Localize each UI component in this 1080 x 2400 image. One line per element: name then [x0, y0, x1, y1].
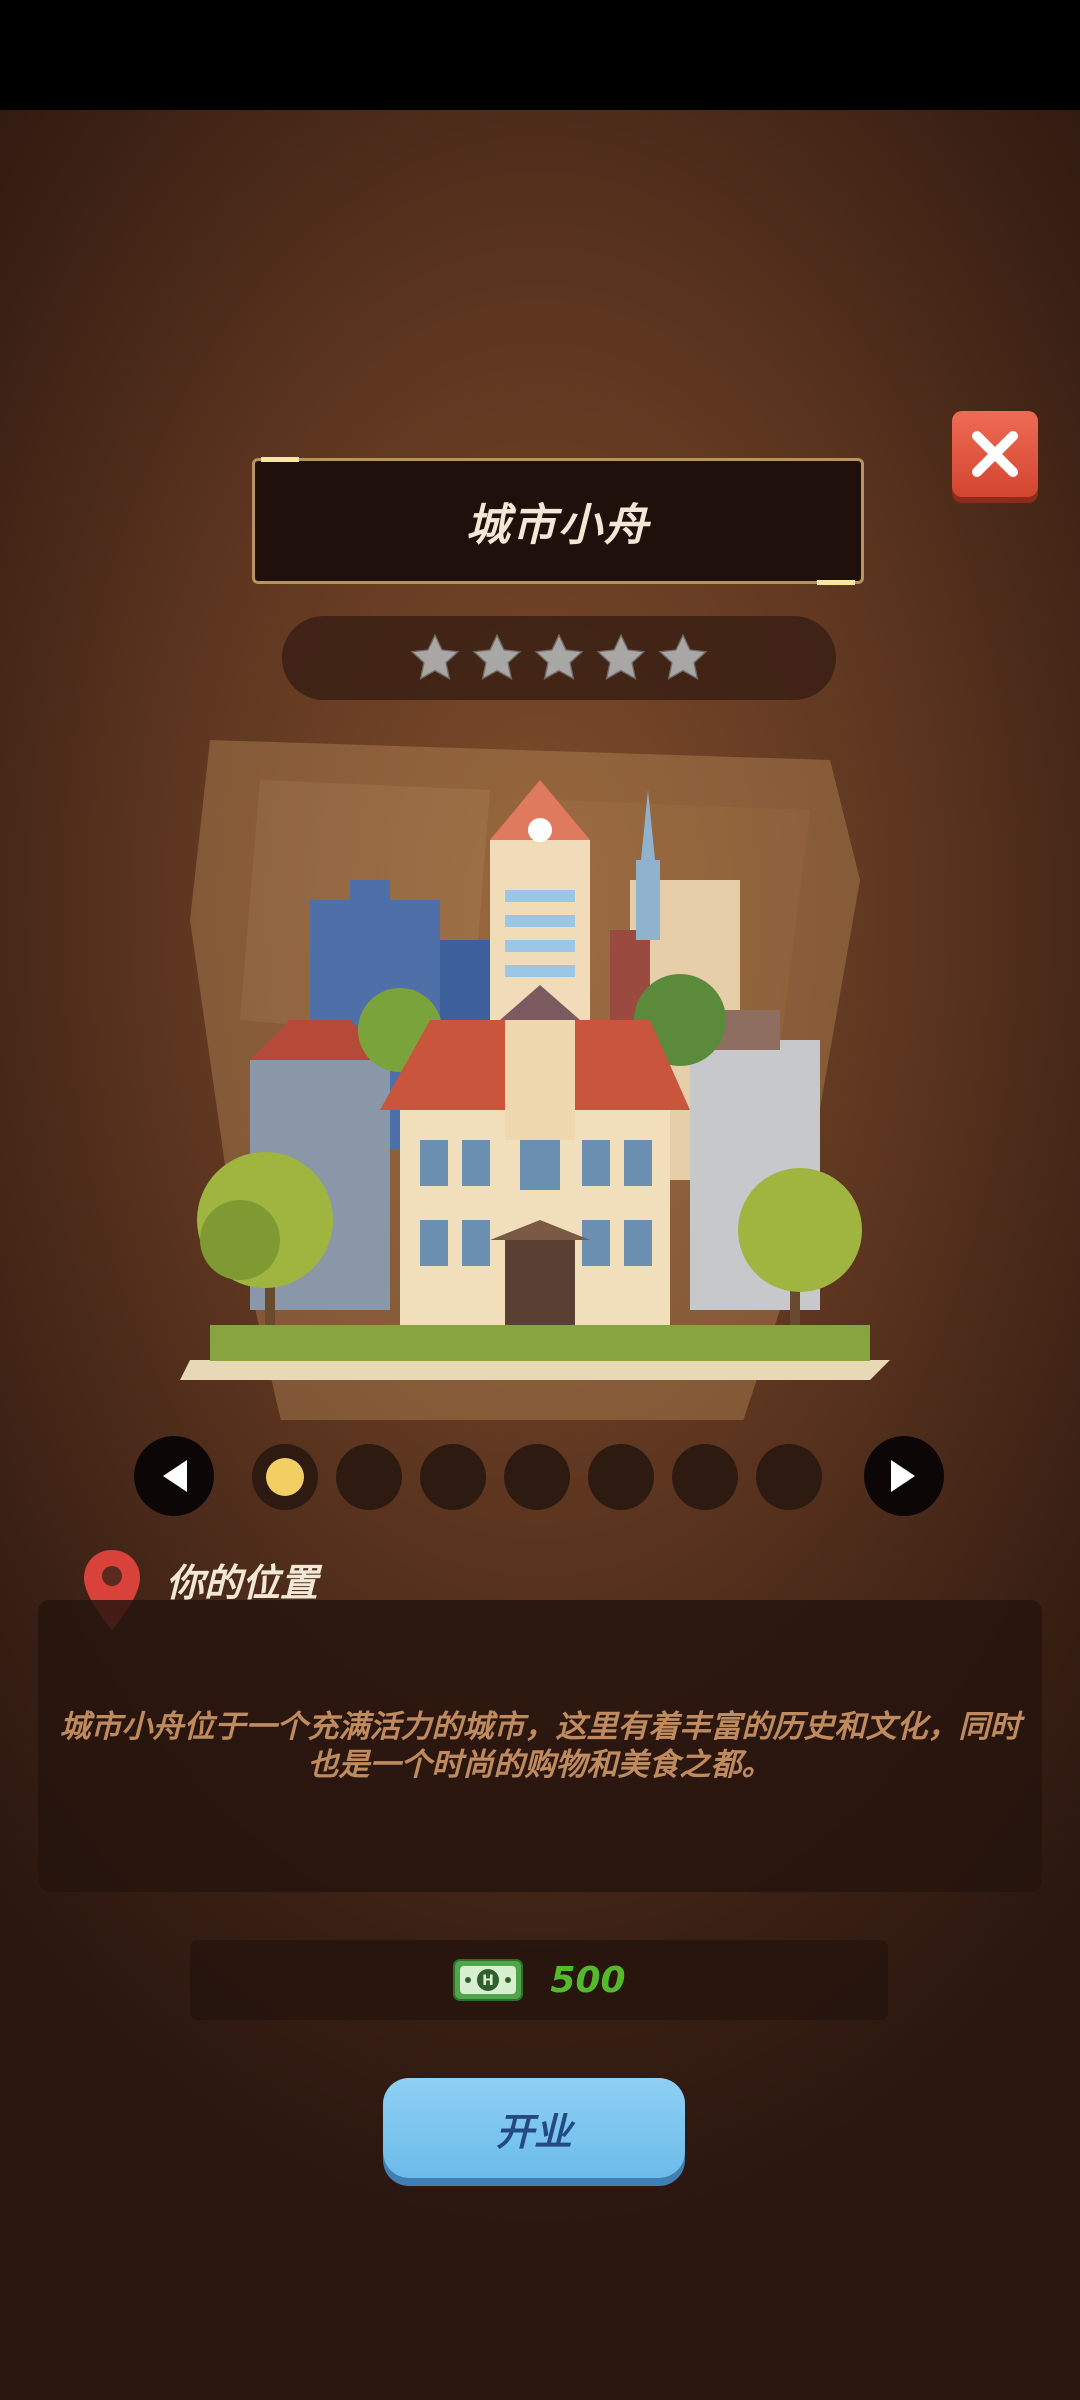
star-icon — [410, 633, 460, 681]
location-title: 城市小舟 — [466, 500, 650, 551]
prev-button[interactable] — [134, 1436, 214, 1516]
page-dot[interactable] — [756, 1444, 822, 1510]
page-dot[interactable] — [336, 1444, 402, 1510]
next-button[interactable] — [864, 1436, 944, 1516]
location-heading: 你的位置 — [166, 1561, 319, 1605]
close-icon — [972, 431, 1018, 477]
page-dot[interactable] — [588, 1444, 654, 1510]
arrow-right-icon — [891, 1460, 915, 1492]
star-icon — [658, 633, 708, 681]
city-illustration — [180, 740, 890, 1420]
title-plate: 城市小舟 — [252, 457, 864, 585]
carousel — [0, 1436, 1080, 1518]
cash-icon: H — [453, 1959, 524, 2001]
star-rating — [282, 616, 836, 700]
page-dot[interactable] — [672, 1444, 738, 1510]
page-dot[interactable] — [504, 1444, 570, 1510]
open-business-label: 开业 — [495, 2109, 572, 2154]
open-business-button[interactable]: 开业 — [383, 2078, 685, 2178]
star-icon — [596, 633, 646, 681]
location-description: 城市小舟位于一个充满活力的城市，这里有着丰富的历史和文化，同时也是一个时尚的购物… — [59, 1709, 1021, 1783]
status-bar — [0, 0, 1080, 110]
page-dot[interactable] — [420, 1444, 486, 1510]
cost-bar: H 500 — [190, 1940, 888, 2020]
cost-value: 500 — [550, 1959, 626, 2001]
arrow-left-icon — [163, 1460, 187, 1492]
page-dot[interactable] — [252, 1444, 318, 1510]
description-panel: 城市小舟位于一个充满活力的城市，这里有着丰富的历史和文化，同时也是一个时尚的购物… — [38, 1600, 1042, 1892]
close-button[interactable] — [952, 411, 1038, 497]
star-icon — [534, 633, 584, 681]
svg-text:H: H — [483, 1973, 495, 1989]
star-icon — [472, 633, 522, 681]
